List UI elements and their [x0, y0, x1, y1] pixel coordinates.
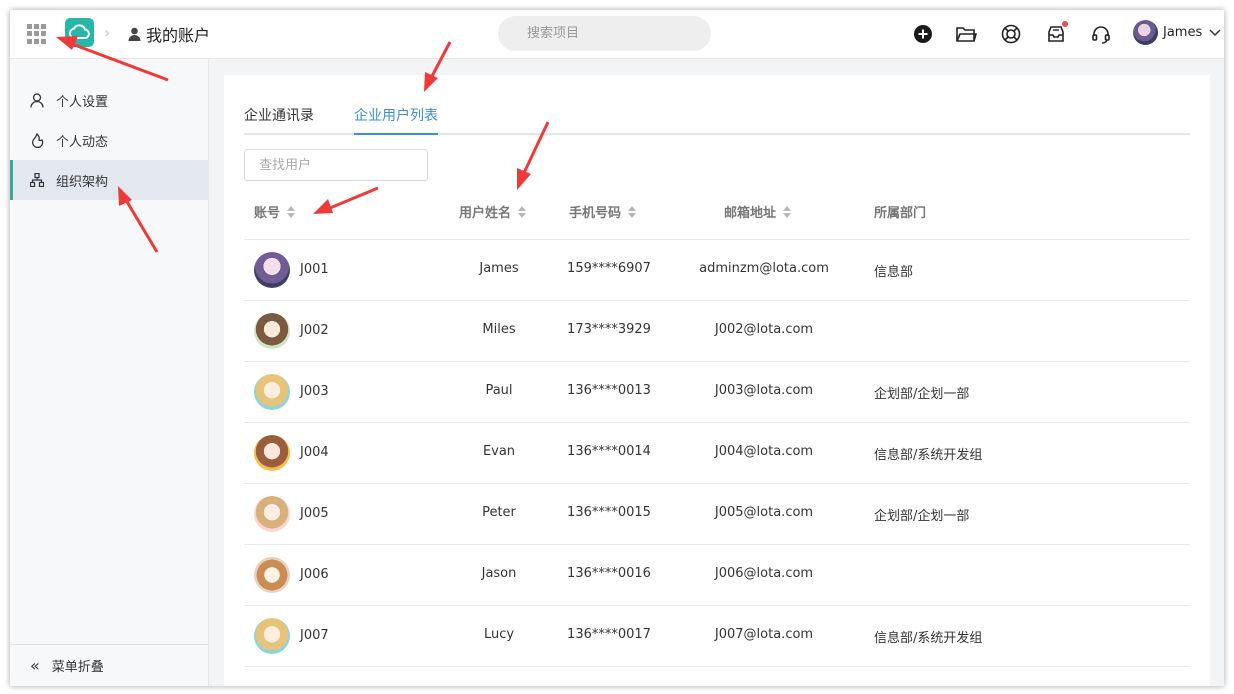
avatar: [254, 252, 290, 288]
table-row[interactable]: J001 James 159****6907 adminzm@lota.com …: [244, 240, 1190, 301]
sort-icon: [628, 205, 637, 218]
content-panel: 企业通讯录 企业用户列表 账号 用户姓名 手机号码 邮箱地址 所属部门 J001…: [224, 75, 1210, 686]
tab-bar: 企业通讯录 企业用户列表: [244, 105, 1190, 135]
user-table: 账号 用户姓名 手机号码 邮箱地址 所属部门 J001 James 159***…: [244, 188, 1190, 667]
app-logo[interactable]: [65, 18, 94, 47]
sidebar-item-label: 组织架构: [56, 174, 109, 190]
double-chevron-left-icon: «: [30, 656, 40, 675]
breadcrumb: 我的账户: [128, 22, 210, 46]
table-row[interactable]: J005 Peter 136****0015 J005@lota.com 企划部…: [244, 484, 1190, 545]
folder-icon[interactable]: [955, 23, 977, 45]
sort-icon: [783, 205, 792, 218]
breadcrumb-label: 我的账户: [146, 26, 211, 45]
sort-icon: [287, 205, 296, 218]
apps-grid-icon[interactable]: [27, 24, 47, 44]
avatar: [254, 557, 290, 593]
sidebar-item-org-structure[interactable]: 组织架构: [10, 160, 209, 200]
table-row[interactable]: J006 Jason 136****0016 J006@lota.com: [244, 545, 1190, 606]
avatar: [1133, 20, 1158, 45]
table-row[interactable]: J007 Lucy 136****0017 J007@lota.com 信息部/…: [244, 606, 1190, 667]
headset-icon[interactable]: [1090, 23, 1112, 45]
tab-enterprise-contacts[interactable]: 企业通讯录: [244, 105, 314, 133]
notification-dot: [1062, 21, 1068, 27]
chevron-down-icon: [1209, 28, 1221, 36]
column-header-account[interactable]: 账号: [254, 202, 296, 221]
avatar: [254, 374, 290, 410]
avatar: [254, 496, 290, 532]
column-header-phone[interactable]: 手机号码: [569, 202, 637, 221]
app-window: › 我的账户 James 个人设置 个人动态 组织架构: [10, 10, 1224, 686]
avatar: [254, 313, 290, 349]
top-bar: › 我的账户 James: [10, 10, 1224, 59]
chevron-right-icon: ›: [104, 23, 111, 42]
user-name: James: [1163, 25, 1203, 40]
menu-collapse-label: 菜单折叠: [51, 660, 104, 675]
user-search-input[interactable]: [244, 149, 428, 181]
sidebar-item-personal-activity[interactable]: 个人动态: [10, 120, 209, 160]
sidebar-item-personal-settings[interactable]: 个人设置: [10, 80, 209, 120]
tab-enterprise-user-list[interactable]: 企业用户列表: [354, 105, 438, 135]
sidebar: 个人设置 个人动态 组织架构 « 菜单折叠: [10, 59, 209, 686]
org-chart-icon: [30, 173, 44, 187]
avatar: [254, 435, 290, 471]
account-icon: [128, 27, 141, 41]
activity-icon: [31, 132, 44, 148]
avatar: [254, 618, 290, 654]
user-menu[interactable]: James: [1133, 20, 1222, 45]
help-ring-icon[interactable]: [1000, 23, 1022, 45]
sort-icon: [518, 205, 527, 218]
table-row[interactable]: J003 Paul 136****0013 J003@lota.com 企划部/…: [244, 362, 1190, 423]
menu-collapse-button[interactable]: « 菜单折叠: [10, 644, 209, 686]
column-header-department: 所属部门: [874, 206, 927, 221]
add-icon[interactable]: [912, 23, 934, 45]
search-input[interactable]: [498, 16, 711, 51]
sidebar-item-label: 个人设置: [56, 94, 109, 110]
column-header-email[interactable]: 邮箱地址: [724, 202, 792, 221]
person-icon: [30, 92, 44, 108]
table-row[interactable]: J004 Evan 136****0014 J004@lota.com 信息部/…: [244, 423, 1190, 484]
table-row[interactable]: J002 Miles 173****3929 J002@lota.com: [244, 301, 1190, 362]
table-header: 账号 用户姓名 手机号码 邮箱地址 所属部门: [244, 188, 1190, 240]
sidebar-item-label: 个人动态: [56, 134, 109, 150]
column-header-name[interactable]: 用户姓名: [459, 202, 527, 221]
